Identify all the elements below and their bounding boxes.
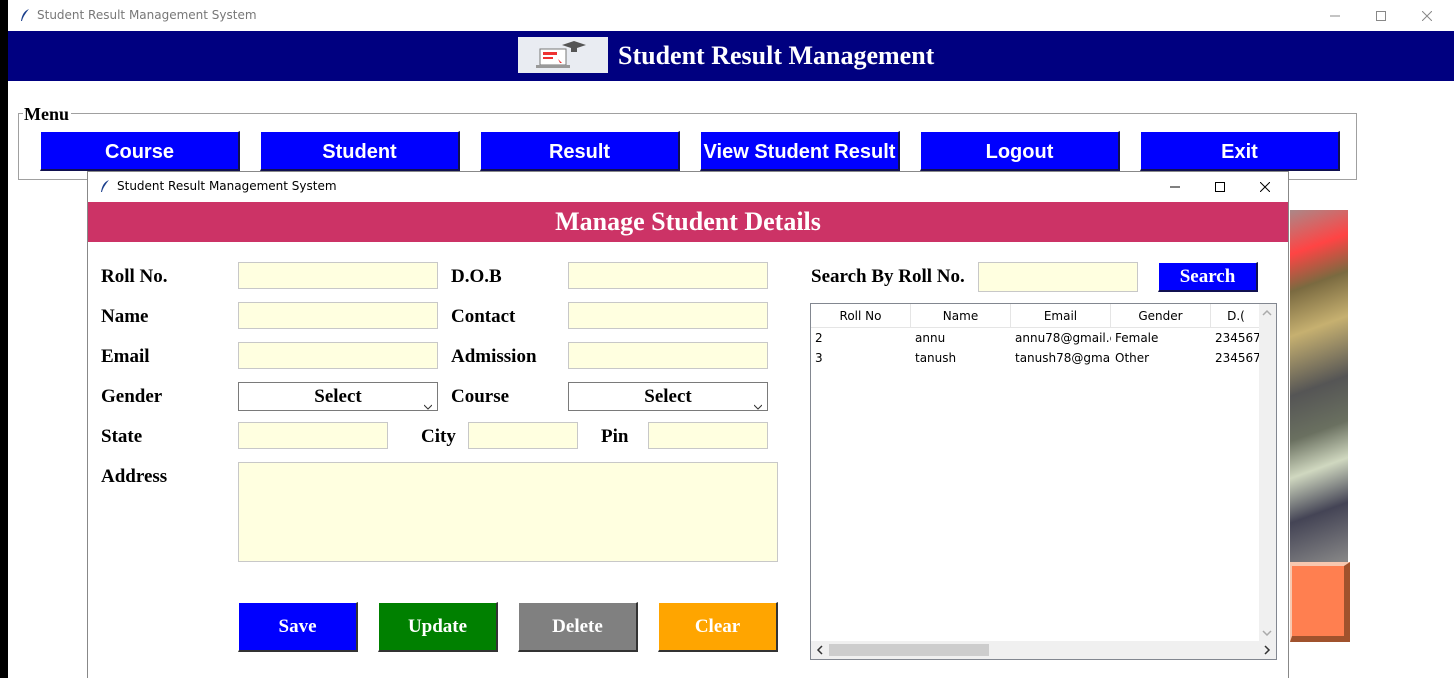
feather-icon <box>18 8 32 22</box>
admission-input[interactable] <box>568 342 768 369</box>
dialog-close-button[interactable] <box>1242 172 1288 202</box>
clear-button[interactable]: Clear <box>658 602 778 652</box>
scroll-left-icon[interactable] <box>813 643 827 657</box>
student-button[interactable]: Student <box>260 131 460 171</box>
name-input[interactable] <box>238 302 438 329</box>
result-button[interactable]: Result <box>480 131 680 171</box>
search-input[interactable] <box>978 262 1138 292</box>
background-button[interactable] <box>1290 562 1350 642</box>
scroll-down-icon[interactable] <box>1260 626 1274 640</box>
search-label: Search By Roll No. <box>811 266 965 287</box>
close-button[interactable] <box>1404 0 1450 31</box>
student-dialog: Student Result Management System Manage … <box>87 171 1289 678</box>
search-button[interactable]: Search <box>1158 262 1258 292</box>
state-label: State <box>101 426 143 447</box>
save-button[interactable]: Save <box>238 602 358 652</box>
vertical-scrollbar[interactable] <box>1259 304 1276 642</box>
contact-input[interactable] <box>568 302 768 329</box>
horizontal-scrollbar[interactable] <box>811 641 1276 659</box>
column-header[interactable]: Roll No <box>811 304 911 328</box>
feather-icon <box>98 179 112 193</box>
table-cell: tanush78@gmail. <box>1015 351 1111 365</box>
address-textarea[interactable] <box>238 462 778 562</box>
maximize-button[interactable] <box>1358 0 1404 31</box>
gender-select[interactable]: Select <box>238 382 438 411</box>
address-label: Address <box>101 466 168 487</box>
column-header[interactable]: Gender <box>1111 304 1211 328</box>
delete-button[interactable]: Delete <box>518 602 638 652</box>
dialog-titlebar[interactable]: Student Result Management System <box>88 172 1288 202</box>
dialog-header: Manage Student Details <box>88 202 1288 242</box>
exit-button[interactable]: Exit <box>1140 131 1340 171</box>
contact-label: Contact <box>451 306 516 327</box>
column-header[interactable]: D.( <box>1211 304 1261 328</box>
city-input[interactable] <box>468 422 578 449</box>
table-cell: Other <box>1115 351 1150 365</box>
state-input[interactable] <box>238 422 388 449</box>
main-header: Student Result Management <box>8 31 1454 81</box>
chevron-down-icon <box>753 392 763 410</box>
pin-label: Pin <box>601 426 629 447</box>
dialog-maximize-button[interactable] <box>1197 172 1243 202</box>
dob-input[interactable] <box>568 262 768 289</box>
table-header: Roll No Name Email Gender D.( <box>811 304 1261 328</box>
chevron-down-icon <box>423 392 433 410</box>
course-select[interactable]: Select <box>568 382 768 411</box>
table-row[interactable]: 2 annu annu78@gmail.cc Female 234567 <box>811 328 1261 348</box>
dialog-window-title: Student Result Management System <box>117 179 337 193</box>
column-header[interactable]: Name <box>911 304 1011 328</box>
course-label: Course <box>451 386 510 407</box>
table-row[interactable]: 3 tanush tanush78@gmail. Other 234567 <box>811 348 1261 368</box>
student-table[interactable]: Roll No Name Email Gender D.( 2 annu ann… <box>810 303 1277 660</box>
email-label: Email <box>101 346 150 367</box>
laptop-graduation-cap-icon <box>518 37 608 73</box>
scroll-up-icon[interactable] <box>1260 306 1274 320</box>
name-label: Name <box>101 306 149 327</box>
course-select-value: Select <box>644 386 692 407</box>
menu-legend: Menu <box>23 104 71 125</box>
admission-label: Admission <box>451 346 537 367</box>
logout-button[interactable]: Logout <box>920 131 1120 171</box>
table-cell: annu78@gmail.cc <box>1015 331 1111 345</box>
minimize-button[interactable] <box>1312 0 1358 31</box>
scroll-thumb[interactable] <box>829 644 989 656</box>
dialog-minimize-button[interactable] <box>1152 172 1198 202</box>
scroll-right-icon[interactable] <box>1260 643 1274 657</box>
table-cell: Female <box>1115 331 1159 345</box>
update-button[interactable]: Update <box>378 602 498 652</box>
roll-input[interactable] <box>238 262 438 289</box>
pin-input[interactable] <box>648 422 768 449</box>
view-student-result-button[interactable]: View Student Result <box>700 131 900 171</box>
table-cell: 3 <box>815 351 823 365</box>
table-cell: tanush <box>915 351 957 365</box>
city-label: City <box>421 426 456 447</box>
main-window-title: Student Result Management System <box>37 8 257 22</box>
roll-label: Roll No. <box>101 266 168 287</box>
table-cell: 234567 <box>1215 331 1261 345</box>
dob-label: D.O.B <box>451 266 502 287</box>
app-title: Student Result Management <box>618 41 935 70</box>
column-header[interactable]: Email <box>1011 304 1111 328</box>
background-image <box>1290 210 1348 562</box>
gender-label: Gender <box>101 386 163 407</box>
email-input[interactable] <box>238 342 438 369</box>
table-cell: 2 <box>815 331 823 345</box>
gender-select-value: Select <box>314 386 362 407</box>
main-titlebar[interactable]: Student Result Management System <box>8 0 1454 31</box>
table-cell: 234567 <box>1215 351 1261 365</box>
course-button[interactable]: Course <box>40 131 240 171</box>
table-cell: annu <box>915 331 946 345</box>
